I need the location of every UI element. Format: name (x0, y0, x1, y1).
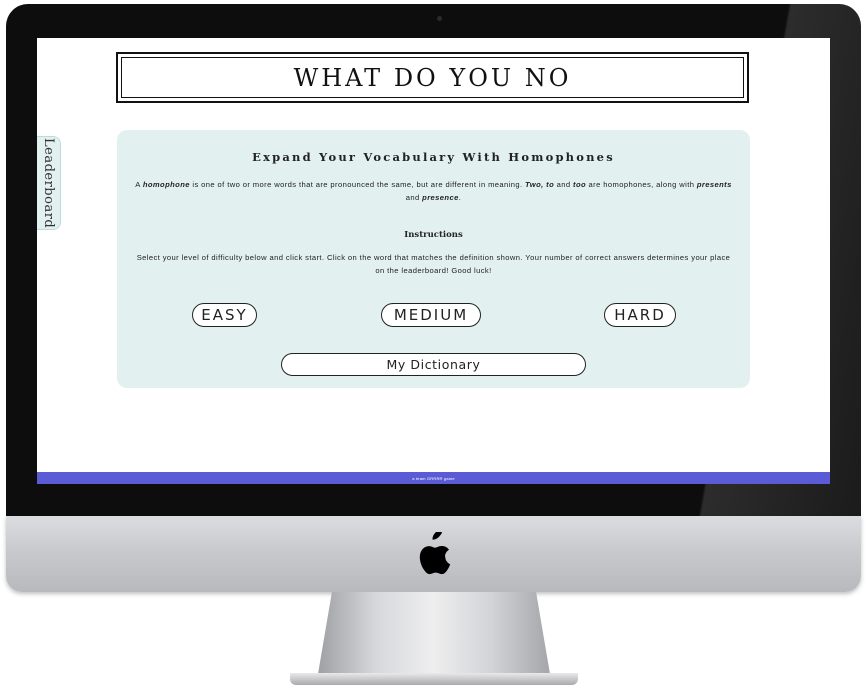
leaderboard-tab-label: Leaderboard (41, 137, 56, 229)
example-presents: presents (696, 180, 732, 189)
intro-panel: Expand Your Vocabulary With Homophones A… (117, 130, 750, 388)
term-homophone: homophone (142, 180, 190, 189)
imac-stand (318, 592, 550, 674)
medium-button[interactable]: MEDIUM (381, 303, 481, 327)
footer-text: a team GRRRR game (412, 475, 455, 481)
apple-logo-icon (419, 532, 451, 575)
example-too: too (573, 180, 587, 189)
easy-button[interactable]: EASY (192, 303, 257, 327)
leaderboard-tab[interactable]: Leaderboard (37, 136, 61, 230)
imac-stand-base (290, 673, 578, 685)
page-title: WHAT DO YOU NO (293, 63, 572, 92)
my-dictionary-button[interactable]: My Dictionary (281, 353, 586, 376)
example-presence: presence (422, 193, 459, 202)
instructions-text: Select your level of difficulty below an… (136, 253, 731, 275)
intro-text: A homophone is one of two or more words … (135, 180, 732, 202)
example-two-to: Two, to (525, 180, 555, 189)
intro-heading: Expand Your Vocabulary With Homophones (252, 150, 615, 164)
instructions-title: Instructions (404, 230, 463, 240)
camera-icon (437, 16, 442, 21)
footer-bar: a team GRRRR game (37, 472, 830, 484)
hard-button[interactable]: HARD (604, 303, 676, 327)
title-banner: WHAT DO YOU NO (116, 52, 749, 103)
screen: WHAT DO YOU NO Leaderboard Expand Your V… (37, 38, 830, 484)
